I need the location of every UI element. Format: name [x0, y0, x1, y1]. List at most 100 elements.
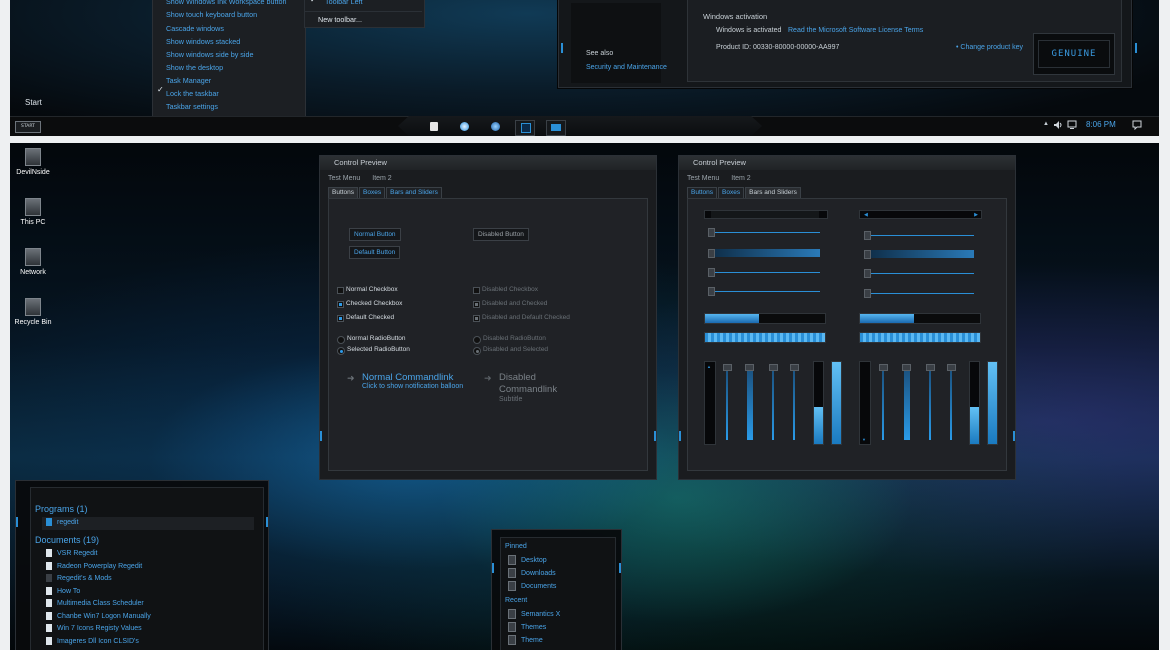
- menu-item-2[interactable]: Item 2: [731, 175, 750, 182]
- slider-thumb[interactable]: [879, 364, 888, 371]
- menu-test-menu[interactable]: Test Menu: [687, 175, 719, 182]
- slider-thumb[interactable]: [790, 364, 799, 371]
- menu-item-side-by-side[interactable]: Show windows side by side: [153, 48, 254, 61]
- jump-item-label: Semantics X: [521, 611, 561, 618]
- slider-thumb[interactable]: [864, 250, 871, 259]
- document-result[interactable]: Imageres Dll Icon CLSID's: [46, 636, 139, 649]
- vertical-slider-track: [882, 366, 884, 440]
- desktop-icon-recycle-bin[interactable]: Recycle Bin: [10, 298, 58, 326]
- media-player-icon[interactable]: [546, 120, 566, 136]
- desktop-icon-devilnside[interactable]: DevilNside: [10, 148, 58, 176]
- slider-thumb[interactable]: [708, 287, 715, 296]
- menu-item-taskbar-settings[interactable]: Taskbar settings: [153, 100, 218, 113]
- document-result-label: Multimedia Class Scheduler: [57, 600, 144, 607]
- slider-thumb[interactable]: [708, 249, 715, 258]
- document-result[interactable]: Win 7 Icons Registy Values: [46, 623, 142, 636]
- menu-item-new-toolbar[interactable]: New toolbar...: [305, 13, 362, 26]
- slider-thumb[interactable]: [769, 364, 778, 371]
- commandlink-subtitle: Click to show notification balloon: [362, 383, 464, 390]
- slider-thumb[interactable]: [926, 364, 935, 371]
- slider-thumb[interactable]: [708, 228, 715, 237]
- desktop-icon-network[interactable]: Network: [10, 248, 58, 276]
- pinned-item-downloads[interactable]: Downloads: [508, 568, 556, 581]
- menu-item-touch-keyboard[interactable]: Show touch keyboard button: [153, 8, 257, 21]
- vertical-scrollbar[interactable]: ▲: [704, 361, 716, 445]
- recent-item[interactable]: Themes: [508, 622, 546, 635]
- recent-item[interactable]: Theme: [508, 635, 543, 648]
- document-result[interactable]: Radeon Powerplay Regedit: [46, 561, 142, 574]
- menu-item-lock-taskbar[interactable]: Lock the taskbar: [153, 87, 219, 100]
- desktop-icon-label: DevilNside: [16, 169, 50, 176]
- tab-content: ◀ ▶ ▲ ▼: [687, 198, 1007, 471]
- document-result[interactable]: Chanbe Win7 Logon Manually: [46, 611, 151, 624]
- slider-thumb[interactable]: [708, 268, 715, 277]
- document-icon: [46, 624, 52, 633]
- menu-item-toolbar-left[interactable]: Toolbar Left: [312, 0, 363, 8]
- start-button[interactable]: START: [15, 121, 41, 133]
- window-edge-glow: [16, 517, 18, 527]
- default-checked-checkbox[interactable]: [337, 315, 344, 322]
- browser-icon[interactable]: [486, 120, 504, 134]
- change-product-key-link[interactable]: • Change product key: [956, 44, 1023, 51]
- selected-radio-label: Selected RadioButton: [347, 346, 410, 353]
- store-icon[interactable]: [425, 120, 443, 134]
- menu-item-stacked[interactable]: Show windows stacked: [153, 35, 240, 48]
- recent-item[interactable]: Semantics X: [508, 609, 560, 622]
- slider-thumb[interactable]: [864, 231, 871, 240]
- normal-commandlink[interactable]: ➜ Normal Commandlink Click to show notif…: [347, 372, 467, 390]
- normal-radio[interactable]: [337, 336, 345, 344]
- system-window: See also Security and Maintenance Window…: [558, 0, 1137, 88]
- progress-fill: [988, 362, 997, 444]
- document-result[interactable]: How To: [46, 586, 80, 599]
- document-result[interactable]: VSR Regedit: [46, 548, 97, 561]
- vertical-progress-bar: [987, 361, 998, 445]
- clock[interactable]: 8:06 PM: [1086, 120, 1116, 129]
- license-terms-link[interactable]: Read the Microsoft Software License Term…: [788, 27, 923, 34]
- slider-thumb[interactable]: [902, 364, 911, 371]
- photoshop-icon[interactable]: [515, 120, 535, 136]
- menu-item-cascade[interactable]: Cascade windows: [153, 22, 224, 35]
- start-label: Start: [25, 98, 42, 107]
- slider-thumb[interactable]: [864, 269, 871, 278]
- default-button[interactable]: Default Button: [349, 246, 401, 259]
- slider-thumb[interactable]: [723, 364, 732, 371]
- desktop-icon-label: Recycle Bin: [14, 319, 52, 326]
- document-result-label: Radeon Powerplay Regedit: [57, 562, 143, 570]
- volume-icon[interactable]: [1053, 120, 1063, 130]
- program-result-regedit[interactable]: regedit: [42, 517, 254, 530]
- horizontal-scrollbar[interactable]: ◀ ▶: [859, 210, 982, 219]
- slider-track: [710, 232, 820, 233]
- disabled-checked-label: Disabled and Checked: [482, 300, 548, 307]
- menu-item-show-desktop[interactable]: Show the desktop: [153, 61, 223, 74]
- activation-status: Windows is activated: [716, 27, 782, 34]
- folder-icon: [508, 622, 516, 633]
- vertical-slider-track: [793, 366, 795, 440]
- pinned-item-documents[interactable]: Documents: [508, 581, 556, 594]
- tab-content: Normal Button Default Button Disabled Bu…: [328, 198, 648, 471]
- vertical-progress-bar: [831, 361, 842, 445]
- network-icon[interactable]: [1067, 120, 1077, 130]
- slider-thumb[interactable]: [947, 364, 956, 371]
- horizontal-scrollbar[interactable]: [704, 210, 828, 219]
- checked-checkbox[interactable]: [337, 301, 344, 308]
- document-icon: [46, 599, 52, 608]
- menu-test-menu[interactable]: Test Menu: [328, 175, 360, 182]
- explorer-icon[interactable]: [455, 120, 473, 134]
- disabled-selected-radio: [473, 347, 481, 355]
- slider-thumb[interactable]: [745, 364, 754, 371]
- window-title: Control Preview: [679, 156, 1015, 170]
- normal-button[interactable]: Normal Button: [349, 228, 401, 241]
- vertical-scrollbar[interactable]: ▼: [859, 361, 871, 445]
- document-icon: [46, 561, 52, 570]
- selected-radio[interactable]: [337, 347, 345, 355]
- action-center-icon[interactable]: [1132, 120, 1142, 131]
- document-result[interactable]: Multimedia Class Scheduler: [46, 598, 144, 611]
- document-result[interactable]: Regedit's & Mods: [46, 573, 112, 586]
- normal-checkbox[interactable]: [337, 287, 344, 294]
- tray-overflow-icon[interactable]: ▲: [1043, 121, 1049, 127]
- desktop-icon-this-pc[interactable]: This PC: [10, 198, 58, 226]
- pinned-item-desktop[interactable]: Desktop: [508, 555, 547, 568]
- slider-thumb[interactable]: [864, 289, 871, 298]
- security-maintenance-link[interactable]: Security and Maintenance: [586, 64, 667, 71]
- menu-item-2[interactable]: Item 2: [372, 175, 391, 182]
